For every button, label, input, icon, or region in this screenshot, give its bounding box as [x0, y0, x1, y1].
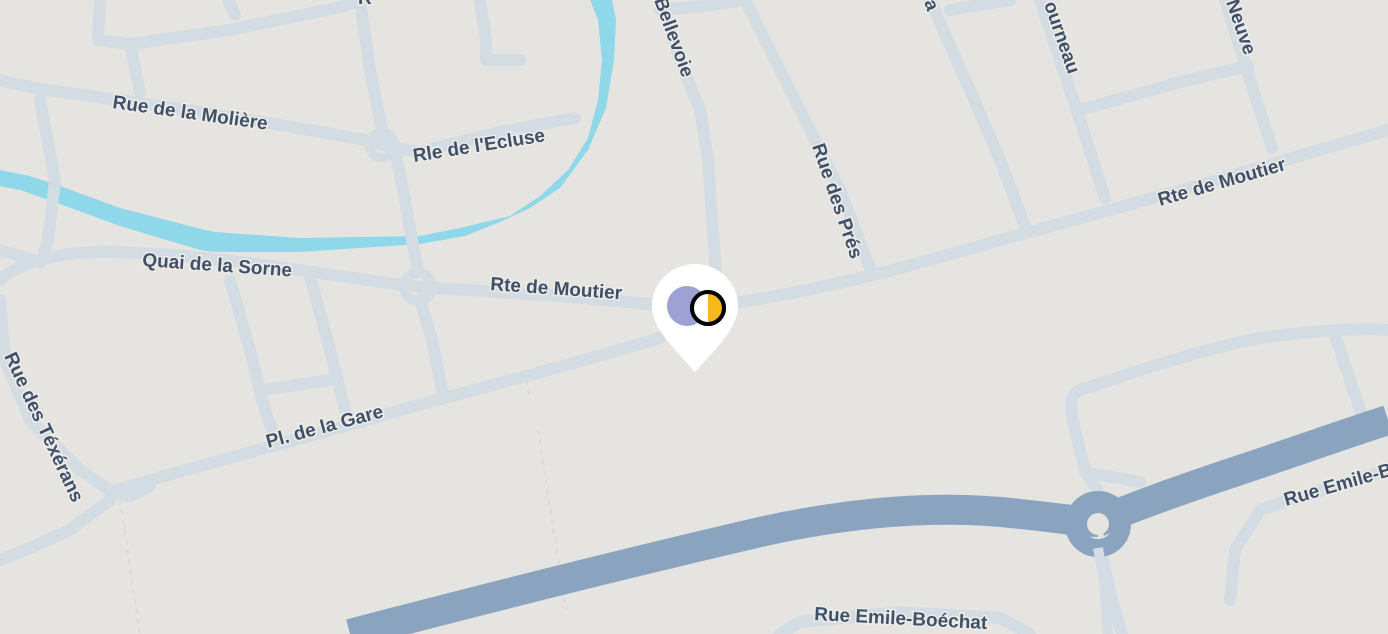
label-neuve: Neuve [1221, 0, 1259, 58]
label-rue-emile-boechat-east: Rue Emile-B [1282, 460, 1388, 511]
map-pin-icon [652, 264, 738, 372]
label-rte-de-moutier-east: Rte de Moutier [1156, 154, 1289, 211]
map-canvas[interactable]: Rue de la Molière Rle de l'Ecluse Quai d… [0, 0, 1388, 634]
label-rue-des-texerans: Rue des Téxérans [0, 349, 87, 505]
label-rue-des-pres: Rue des Prés [807, 141, 866, 262]
label-pl-de-la-gare: Pl. de la Gare [264, 401, 386, 452]
label-top-fragment-a: R [358, 0, 372, 9]
label-rue-de-la-moliere: Rue de la Molière [111, 92, 269, 135]
label-fourneau: ourneau [1039, 0, 1083, 76]
label-rue-emile-boechat-south: Rue Emile-Boéchat [814, 604, 989, 634]
location-marker[interactable] [650, 262, 740, 374]
label-quai-de-la-sorne: Quai de la Sorne [142, 250, 293, 281]
